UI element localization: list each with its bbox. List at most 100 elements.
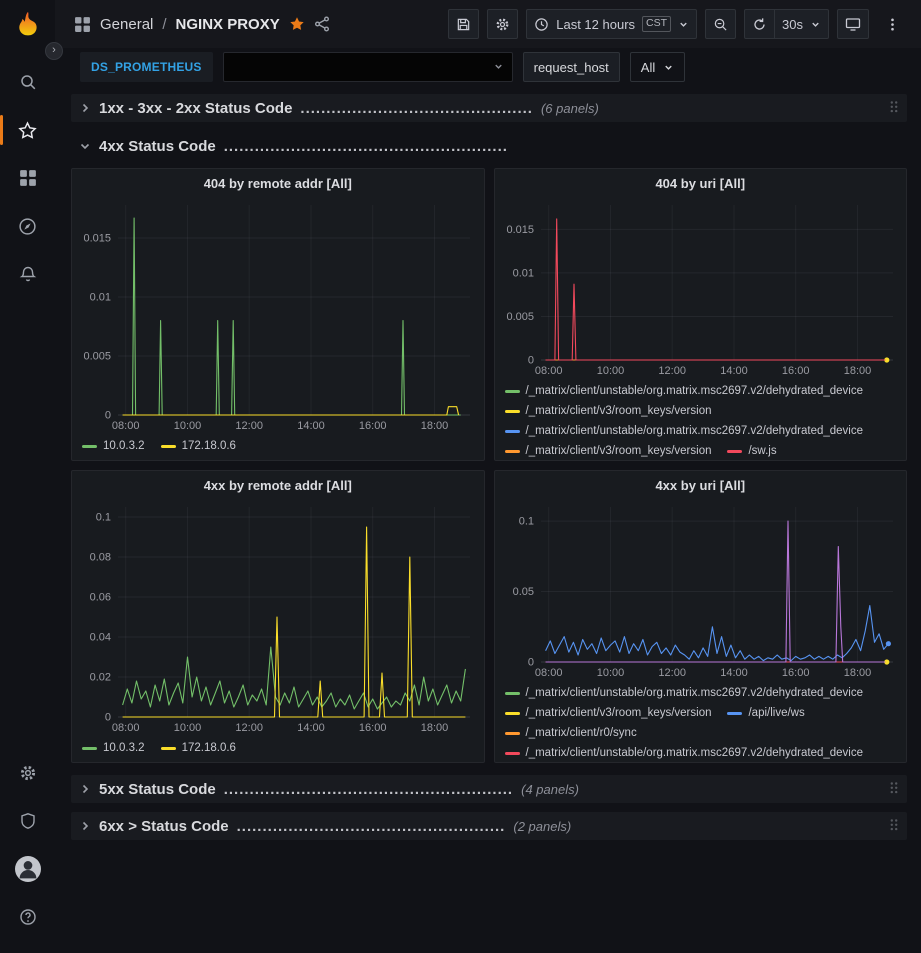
dashboard-title[interactable]: NGINX PROXY: [176, 16, 280, 33]
sidebar-expand-button[interactable]: ›: [45, 42, 63, 60]
svg-text:18:00: 18:00: [421, 722, 449, 734]
legend-item[interactable]: 10.0.3.2: [82, 740, 145, 757]
chart-canvas[interactable]: 00.050.108:0010:0012:0014:0016:0018:00: [497, 499, 901, 682]
time-range-picker[interactable]: Last 12 hours CST: [526, 9, 697, 39]
svg-text:08:00: 08:00: [534, 667, 562, 679]
dashboard-row-1xx-2xx-3xx[interactable]: 1xx - 3xx - 2xx Status Code ............…: [71, 94, 907, 122]
row-title: 1xx - 3xx - 2xx Status Code: [99, 100, 292, 117]
sidebar-item-explore[interactable]: [0, 202, 55, 250]
shield-icon: [19, 812, 37, 830]
sidebar-item-starred[interactable]: [0, 106, 55, 154]
svg-text:18:00: 18:00: [843, 667, 871, 679]
dashboard-row-4xx[interactable]: 4xx Status Code ........................…: [71, 132, 907, 160]
panel-1: 404 by remote addr [All]00.0050.010.0150…: [71, 168, 485, 461]
svg-text:0.005: 0.005: [83, 351, 111, 363]
legend-item[interactable]: 172.18.0.6: [161, 740, 236, 757]
legend-item[interactable]: /_matrix/client/unstable/org.matrix.msc2…: [505, 745, 864, 762]
panel-grid: 404 by remote addr [All]00.0050.010.0150…: [71, 168, 907, 763]
sidebar-item-configuration[interactable]: [0, 749, 55, 797]
legend-series-name: /_matrix/client/unstable/org.matrix.msc2…: [526, 423, 864, 440]
star-icon: [18, 121, 37, 140]
svg-text:16:00: 16:00: [781, 365, 809, 377]
sidebar-item-search[interactable]: [0, 58, 55, 106]
tv-mode-button[interactable]: [837, 9, 869, 39]
dashboard-row-6xx[interactable]: 6xx > Status Code ......................…: [71, 812, 907, 840]
svg-text:0.04: 0.04: [90, 632, 111, 644]
sidebar-item-dashboards[interactable]: [0, 154, 55, 202]
panel-title[interactable]: 4xx by remote addr [All]: [72, 471, 484, 499]
clock-icon: [534, 17, 549, 32]
breadcrumb-section[interactable]: General: [100, 16, 153, 33]
legend-item[interactable]: /_matrix/client/unstable/org.matrix.msc2…: [505, 383, 864, 400]
svg-text:14:00: 14:00: [297, 722, 325, 734]
dashboard-settings-button[interactable]: [487, 9, 518, 39]
svg-text:12:00: 12:00: [658, 667, 686, 679]
legend-series-name: /_matrix/client/unstable/org.matrix.msc2…: [526, 745, 864, 762]
search-icon: [19, 73, 37, 91]
legend-color-mark: [82, 747, 97, 750]
row-drag-handle[interactable]: [889, 781, 899, 797]
request-host-dropdown[interactable]: All: [630, 52, 685, 82]
legend-color-mark: [505, 712, 520, 715]
svg-text:08:00: 08:00: [112, 722, 140, 734]
chart-canvas[interactable]: 00.0050.010.01508:0010:0012:0014:0016:00…: [74, 197, 478, 435]
share-icon[interactable]: [314, 16, 330, 32]
topbar-actions: Last 12 hours CST 30s: [448, 9, 907, 39]
panel-legend: /_matrix/client/unstable/org.matrix.msc2…: [495, 380, 907, 460]
panel-title[interactable]: 404 by remote addr [All]: [72, 169, 484, 197]
refresh-interval-dropdown[interactable]: 30s: [775, 9, 829, 39]
zoom-out-button[interactable]: [705, 9, 736, 39]
legend-item[interactable]: /_matrix/client/v3/room_keys/version: [505, 403, 712, 420]
legend-item[interactable]: /_matrix/client/unstable/org.matrix.msc2…: [505, 685, 864, 702]
refresh-button[interactable]: [744, 9, 775, 39]
legend-item[interactable]: /api/live/ws: [727, 705, 804, 722]
sidebar-item-profile[interactable]: [0, 845, 55, 893]
grafana-flame-icon: [13, 10, 43, 40]
request-host-value: All: [641, 60, 655, 75]
svg-text:0: 0: [105, 712, 111, 724]
grafana-logo[interactable]: [13, 10, 43, 40]
panel-title[interactable]: 4xx by uri [All]: [495, 471, 907, 499]
legend-item[interactable]: 10.0.3.2: [82, 438, 145, 455]
svg-text:14:00: 14:00: [720, 667, 748, 679]
legend-item[interactable]: /_matrix/client/v3/room_keys/version: [505, 443, 712, 460]
alerting-bell-icon: [19, 265, 37, 283]
datasource-variable[interactable]: DS_PROMETHEUS: [80, 52, 213, 82]
sidebar-item-server-admin[interactable]: [0, 797, 55, 845]
panel-2: 404 by uri [All]00.0050.010.01508:0010:0…: [494, 168, 908, 461]
chevron-down-icon: [663, 62, 674, 73]
row-panel-count: (4 panels): [521, 782, 579, 797]
row-title-dots: ........................................…: [300, 100, 533, 117]
chevron-down-icon: [678, 19, 689, 30]
legend-series-name: 10.0.3.2: [103, 438, 145, 455]
legend-item[interactable]: /_matrix/client/v3/room_keys/version: [505, 705, 712, 722]
favorite-star-icon[interactable]: [289, 16, 305, 32]
svg-text:0.05: 0.05: [512, 586, 533, 598]
legend-color-mark: [505, 430, 520, 433]
row-drag-handle[interactable]: [889, 818, 899, 834]
legend-item[interactable]: 172.18.0.6: [161, 438, 236, 455]
chart-canvas[interactable]: 00.020.040.060.080.108:0010:0012:0014:00…: [74, 499, 478, 737]
legend-item[interactable]: /_matrix/client/unstable/org.matrix.msc2…: [505, 423, 864, 440]
row-panel-count: (6 panels): [541, 101, 599, 116]
legend-item[interactable]: /_matrix/client/r0/sync: [505, 725, 637, 742]
explore-compass-icon: [18, 217, 37, 236]
save-dashboard-button[interactable]: [448, 9, 479, 39]
legend-item[interactable]: /sw.js: [727, 443, 776, 460]
sidebar-item-help[interactable]: [0, 893, 55, 941]
kebab-menu-icon: [885, 17, 900, 32]
zoom-out-icon: [713, 17, 728, 32]
chart-canvas[interactable]: 00.0050.010.01508:0010:0012:0014:0016:00…: [497, 197, 901, 380]
sidebar: [0, 0, 55, 953]
chevron-down-icon: [493, 60, 504, 75]
sidebar-item-alerting[interactable]: [0, 250, 55, 298]
panel-title[interactable]: 404 by uri [All]: [495, 169, 907, 197]
row-drag-handle[interactable]: [889, 100, 899, 116]
dashboard-row-5xx[interactable]: 5xx Status Code ........................…: [71, 775, 907, 803]
kebab-menu-button[interactable]: [877, 9, 907, 39]
legend-color-mark: [505, 390, 520, 393]
svg-text:10:00: 10:00: [596, 667, 624, 679]
svg-text:10:00: 10:00: [596, 365, 624, 377]
legend-color-mark: [505, 450, 520, 453]
redacted-variable-dropdown[interactable]: [223, 52, 513, 82]
